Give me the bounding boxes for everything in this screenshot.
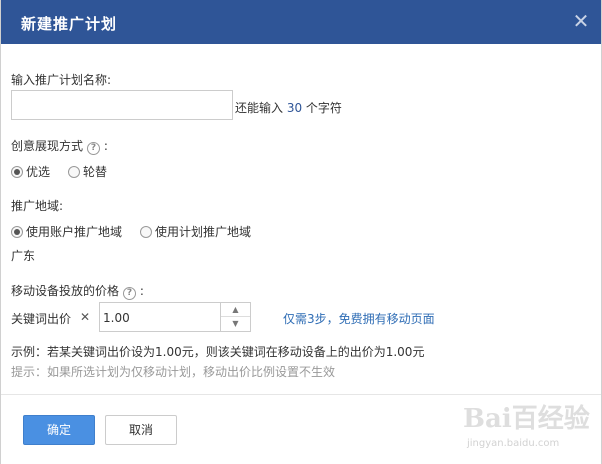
creative-display-colon: : bbox=[103, 139, 108, 153]
radio-checked-icon bbox=[11, 225, 23, 238]
plan-name-input[interactable] bbox=[11, 90, 233, 120]
radio-unchecked-icon bbox=[140, 225, 152, 238]
mobile-ratio-value[interactable]: 1.00 bbox=[103, 311, 130, 325]
creative-display-text: 创意展现方式 bbox=[11, 139, 84, 153]
stepper-down-icon[interactable]: ▼ bbox=[221, 317, 250, 331]
radio-region-plan[interactable]: 使用计划推广地域 bbox=[140, 223, 251, 240]
dialog-titlebar: 新建推广计划 ✕ bbox=[1, 0, 601, 44]
multiply-icon: ✕ bbox=[80, 310, 91, 324]
stepper-arrows: ▲ ▼ bbox=[220, 303, 250, 331]
radio-label: 使用计划推广地域 bbox=[155, 225, 252, 239]
radio-region-account[interactable]: 使用账户推广地域 bbox=[11, 223, 122, 240]
mobile-ratio-stepper[interactable]: 1.00 ▲ ▼ bbox=[99, 302, 251, 332]
radio-creative-rotate[interactable]: 轮替 bbox=[68, 163, 107, 180]
keyword-price-label: 关键词出价 bbox=[11, 312, 72, 326]
radio-unchecked-icon bbox=[68, 165, 80, 178]
example-text: 示例：若某关键词出价设为1.00元，则该关键词在移动设备上的出价为1.00元 bbox=[11, 345, 425, 359]
new-campaign-dialog: 新建推广计划 ✕ 输入推广计划名称: 还能输入 30 个字符 创意展现方式? :… bbox=[0, 0, 602, 464]
hint-count: 30 bbox=[286, 101, 303, 115]
tip-text: 提示：如果所选计划为仅移动计划，移动出价比例设置不生效 bbox=[11, 365, 336, 379]
mobile-page-link[interactable]: 仅需3步，免费拥有移动页面 bbox=[283, 310, 435, 327]
hint-suffix: 个字符 bbox=[302, 101, 342, 115]
cancel-button[interactable]: 取消 bbox=[105, 415, 177, 445]
region-current-value: 广东 bbox=[11, 249, 36, 263]
watermark-logo: Bai百经验 bbox=[463, 404, 590, 434]
radio-label: 轮替 bbox=[83, 165, 108, 179]
close-icon[interactable]: ✕ bbox=[571, 10, 591, 32]
mobile-price-text: 移动设备投放的价格 bbox=[11, 284, 120, 298]
creative-display-label: 创意展现方式? : bbox=[11, 137, 108, 155]
region-label: 推广地域: bbox=[11, 199, 64, 213]
watermark-url: jingyan.baidu.com bbox=[467, 438, 560, 449]
stepper-up-icon[interactable]: ▲ bbox=[221, 303, 250, 317]
question-circle-icon[interactable]: ? bbox=[87, 142, 101, 155]
hint-prefix: 还能输入 bbox=[235, 101, 287, 115]
radio-label: 使用账户推广地域 bbox=[26, 225, 123, 239]
plan-name-label: 输入推广计划名称: bbox=[11, 73, 112, 87]
question-circle-icon[interactable]: ? bbox=[123, 287, 137, 300]
radio-label: 优选 bbox=[26, 165, 51, 179]
mobile-price-colon: : bbox=[139, 284, 144, 298]
plan-name-char-hint: 还能输入 30 个字符 bbox=[235, 99, 342, 116]
radio-creative-optimized[interactable]: 优选 bbox=[11, 163, 50, 180]
confirm-button[interactable]: 确定 bbox=[23, 415, 95, 445]
mobile-price-label: 移动设备投放的价格? : bbox=[11, 282, 144, 300]
dialog-title: 新建推广计划 bbox=[21, 15, 118, 33]
footer-divider bbox=[1, 394, 601, 395]
baidu-jingyan-watermark: Bai百经验 jingyan.baidu.com bbox=[463, 398, 599, 460]
radio-checked-icon bbox=[11, 165, 23, 178]
